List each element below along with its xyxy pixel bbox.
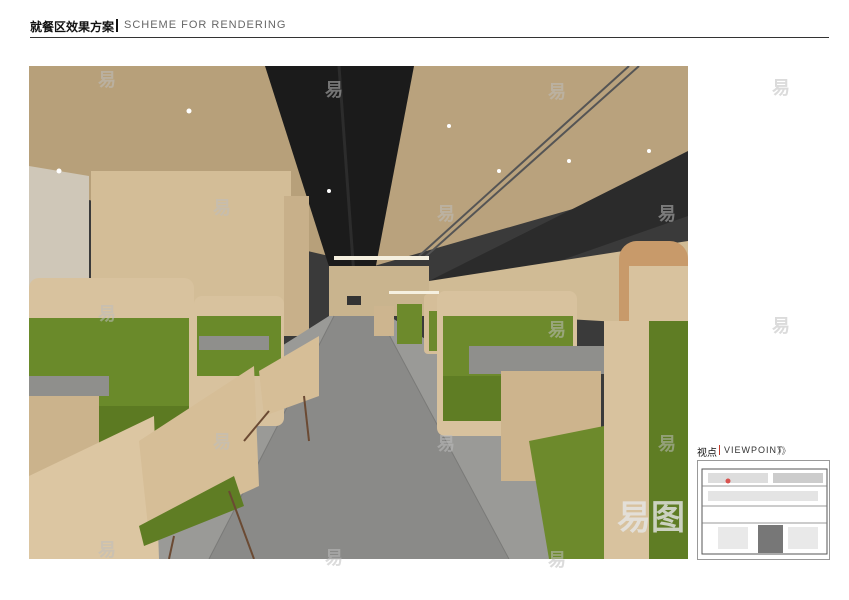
rendering-image [29, 66, 688, 559]
viewpoint-arrows: 》》 [777, 447, 791, 457]
viewpoint-label: 视点 VIEWPOINT 》》 [697, 444, 837, 459]
watermark-logo: 易图 [617, 498, 685, 538]
header-rule [30, 37, 829, 38]
floor-plan-drawing [701, 468, 828, 555]
watermark: 易 [772, 78, 790, 99]
floor-plan-thumbnail [697, 460, 830, 560]
viewpoint-title-cn: 视点 [697, 448, 717, 459]
page-title: 就餐区效果方案 [30, 20, 115, 34]
watermark: 易 [772, 316, 790, 337]
page-subtitle: SCHEME FOR RENDERING [124, 19, 287, 31]
page-header: 就餐区效果方案 SCHEME FOR RENDERING [30, 18, 829, 38]
viewpoint-title-en: VIEWPOINT [724, 445, 784, 455]
viewpoint-divider [719, 445, 720, 455]
dining-area-render [29, 66, 688, 559]
title-divider [116, 19, 118, 32]
